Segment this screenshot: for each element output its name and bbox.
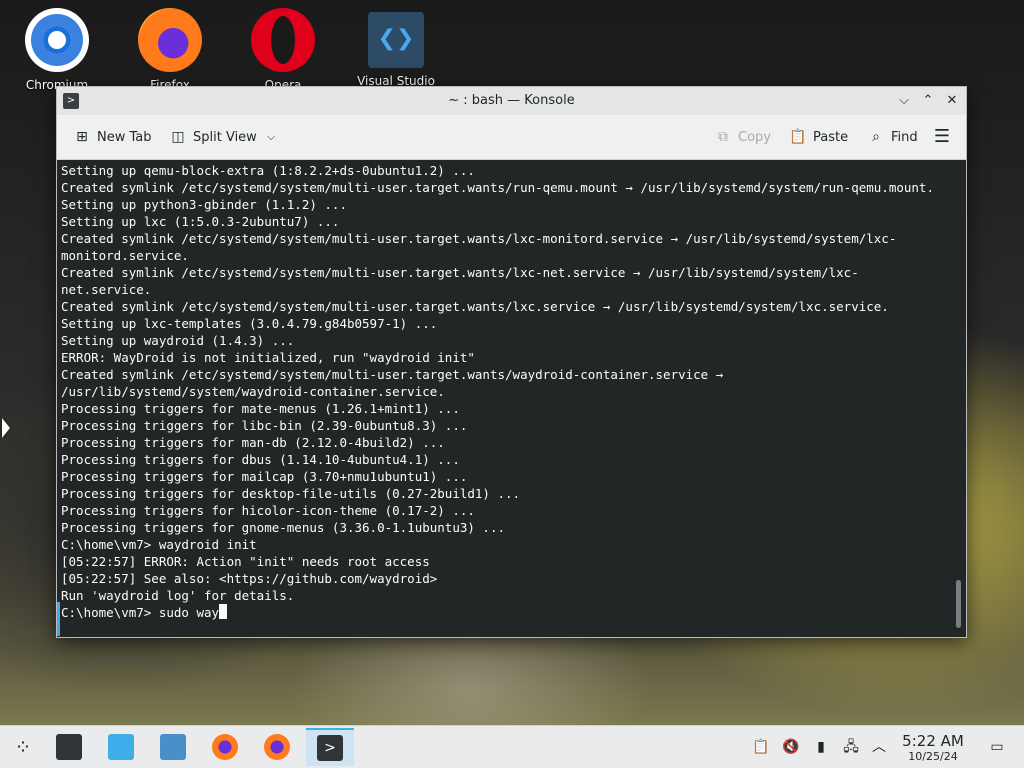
split-view-icon: ◫ [171,129,185,145]
terminal-line: Processing triggers for gnome-menus (3.3… [61,520,506,535]
clock-time: 5:22 AM [902,732,964,750]
find-label: Find [891,129,918,145]
terminal-prompt-line[interactable]: C:\home\vm7> sudo way [61,604,946,621]
show-desktop-icon[interactable]: ▭ [988,738,1006,756]
terminal-line: Created symlink /etc/systemd/system/mult… [61,180,934,195]
clock-date: 10/25/24 [908,750,958,763]
find-button[interactable]: ⌕ Find [867,126,918,148]
taskbar-file-manager[interactable] [154,728,192,766]
terminal-line: Processing triggers for man-db (2.12.0-4… [61,435,445,450]
battery-icon[interactable]: ▮ [812,738,830,756]
taskbar-firefox-1[interactable] [206,728,244,766]
desktop-icon-chromium[interactable]: Chromium [7,8,107,92]
taskbar: ⁘ > 📋 🔇 ▮ 🖧 ︿ 5:22 AM 10/25/24 ▭ [0,725,1024,768]
clock[interactable]: 5:22 AM 10/25/24 [898,732,968,763]
firefox-icon [264,734,290,760]
terminal-line: Created symlink /etc/systemd/system/mult… [61,367,731,399]
toolbar: ⊞ New Tab ◫ Split View ⌵ ⧉ Copy 📋 Paste … [57,115,966,160]
hamburger-menu-button[interactable]: ☰ [933,126,957,148]
terminal-line: Setting up lxc-templates (3.0.4.79.g84b0… [61,316,438,331]
clipboard-icon[interactable]: 📋 [752,738,770,756]
terminal-output: Setting up qemu-block-extra (1:8.2.2+ds-… [57,160,946,621]
taskbar-discover[interactable] [102,728,140,766]
terminal-line: Created symlink /etc/systemd/system/mult… [61,299,889,314]
paste-label: Paste [813,129,849,145]
firefox-icon [212,734,238,760]
hamburger-menu-icon: ☰ [933,126,951,147]
taskbar-firefox-2[interactable] [258,728,296,766]
new-tab-button[interactable]: ⊞ New Tab [73,126,152,148]
taskbar-system-settings[interactable] [50,728,88,766]
terminal-line: Setting up lxc (1:5.0.3-2ubuntu7) ... [61,214,340,229]
maximize-button[interactable]: ⌃ [918,91,938,111]
terminal-line: C:\home\vm7> waydroid init [61,537,257,552]
copy-icon: ⧉ [718,129,728,145]
paste-icon: 📋 [789,129,807,145]
terminal-line: Processing triggers for libc-bin (2.39-0… [61,418,468,433]
volume-muted-icon[interactable]: 🔇 [782,738,800,756]
new-tab-icon: ⊞ [76,129,88,145]
terminal-line: Created symlink /etc/systemd/system/mult… [61,265,859,297]
copy-button[interactable]: ⧉ Copy [714,126,771,148]
terminal-scrollbar[interactable] [956,580,961,628]
konsole-icon: > [317,735,343,761]
terminal-line: [05:22:57] See also: <https://github.com… [61,571,438,586]
terminal-line: Run 'waydroid log' for details. [61,588,295,603]
terminal-line: [05:22:57] ERROR: Action "init" needs ro… [61,554,430,569]
launcher-icon: ⁘ [14,735,32,759]
new-tab-label: New Tab [97,129,152,145]
chevron-down-icon: ⌵ [266,130,276,143]
folder-icon [160,734,186,760]
chevron-up-icon[interactable]: ︿ [870,738,888,756]
terminal-line: Processing triggers for dbus (1.14.10-4u… [61,452,460,467]
terminal-line: Created symlink /etc/systemd/system/mult… [61,231,897,263]
terminal-cursor [219,604,228,619]
desktop-icon-vscode[interactable]: Visual Studio [346,8,446,88]
title-bar[interactable]: > ~ : bash — Konsole ⌵ ⌃ ✕ [57,87,966,115]
desktop-icon-firefox[interactable]: Firefox [120,8,220,92]
terminal-line: Processing triggers for desktop-file-uti… [61,486,521,501]
close-button[interactable]: ✕ [942,91,962,111]
settings-icon [56,734,82,760]
firefox-icon [138,8,202,72]
split-view-label: Split View [193,129,257,145]
terminal-line: Processing triggers for mailcap (3.70+nm… [61,469,468,484]
chromium-icon [25,8,89,72]
terminal-line: ERROR: WayDroid is not initialized, run … [61,350,475,365]
taskbar-konsole[interactable]: > [306,728,354,766]
selection-marker [57,602,60,636]
opera-icon [251,8,315,72]
split-view-button[interactable]: ◫ Split View ⌵ [169,126,275,148]
copy-label: Copy [738,129,771,145]
desktop-icon-opera[interactable]: Opera [233,8,333,92]
application-launcher-button[interactable]: ⁘ [4,728,42,766]
vscode-icon [368,12,424,68]
terminal-line: Setting up python3-gbinder (1.1.2) ... [61,197,347,212]
terminal-view[interactable]: Setting up qemu-block-extra (1:8.2.2+ds-… [57,160,966,637]
paste-button[interactable]: 📋 Paste [789,126,848,148]
minimize-button[interactable]: ⌵ [894,91,914,111]
terminal-line: Setting up waydroid (1.4.3) ... [61,333,295,348]
terminal-line: Processing triggers for hicolor-icon-the… [61,503,475,518]
search-icon: ⌕ [872,129,880,145]
terminal-line: Setting up qemu-block-extra (1:8.2.2+ds-… [61,163,475,178]
window-title: ~ : bash — Konsole [448,93,575,108]
discover-icon [108,734,134,760]
konsole-window: > ~ : bash — Konsole ⌵ ⌃ ✕ ⊞ New Tab ◫ S… [56,86,967,638]
terminal-prompt-text: C:\home\vm7> sudo way [61,605,220,620]
terminal-line: Processing triggers for mate-menus (1.26… [61,401,460,416]
network-icon[interactable]: 🖧 [842,738,860,756]
mouse-cursor-icon [2,418,10,438]
